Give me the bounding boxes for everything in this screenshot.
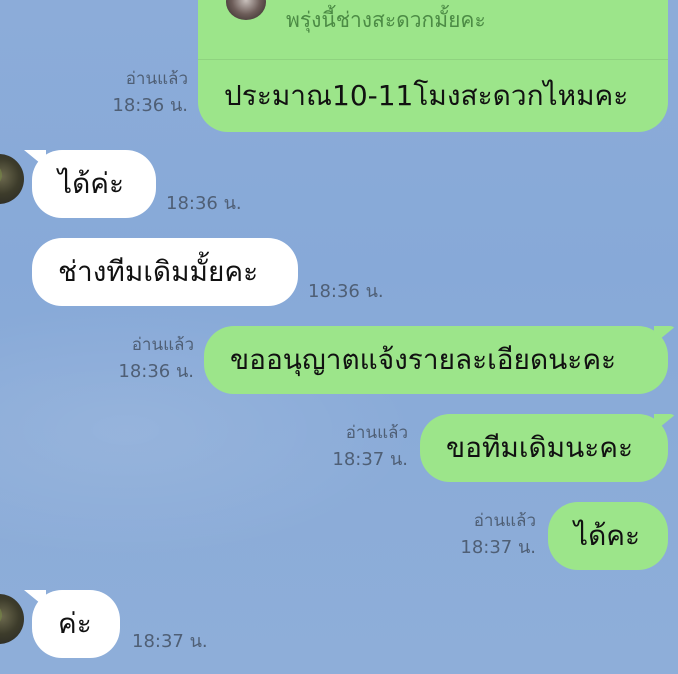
message-text: ขอทีมเดิมนะคะ bbox=[446, 431, 634, 464]
reply-preview[interactable]: พรุ่งนี้ช่างสะดวกมั้ยคะ bbox=[198, 0, 668, 60]
message-bubble-incoming[interactable]: ช่างทีมเดิมมั้ยคะ bbox=[32, 238, 298, 306]
message-meta: อ่านแล้ว 18:36 น. bbox=[112, 66, 188, 120]
message-bubble-incoming[interactable]: ได้ค่ะ bbox=[24, 150, 156, 218]
message-bubble-outgoing[interactable]: ขอทีมเดิมนะคะ bbox=[420, 414, 676, 482]
message-time: 18:37 น. bbox=[332, 449, 408, 470]
read-status: อ่านแล้ว bbox=[131, 335, 194, 355]
message-bubble-outgoing[interactable]: ได้คะ bbox=[548, 502, 668, 570]
message-text: ได้คะ bbox=[574, 519, 641, 552]
message-time: 18:37 น. bbox=[132, 631, 208, 652]
message-text: ประมาณ10-11โมงสะดวกไหมคะ bbox=[224, 79, 629, 112]
bubble-tail bbox=[24, 150, 46, 168]
message-meta: อ่านแล้ว 18:36 น. bbox=[118, 332, 194, 386]
message-bubble-outgoing[interactable]: ขออนุญาตแจ้งรายละเอียดนะคะ bbox=[204, 326, 676, 394]
reply-preview-text: พรุ่งนี้ช่างสะดวกมั้ยคะ bbox=[286, 8, 486, 32]
message-text: ได้ค่ะ bbox=[58, 167, 125, 200]
message-meta: อ่านแล้ว 18:37 น. bbox=[460, 508, 536, 562]
bubble-tail bbox=[654, 326, 676, 344]
reply-avatar bbox=[226, 0, 266, 20]
message-text: ค่ะ bbox=[58, 607, 92, 640]
message-time: 18:36 น. bbox=[166, 193, 242, 214]
message-time: 18:36 น. bbox=[118, 361, 194, 382]
contact-avatar[interactable] bbox=[0, 154, 24, 204]
message-text: ขออนุญาตแจ้งรายละเอียดนะคะ bbox=[230, 343, 617, 376]
message-text: ช่างทีมเดิมมั้ยคะ bbox=[58, 255, 259, 288]
message-bubble-incoming[interactable]: ค่ะ bbox=[24, 590, 120, 658]
bubble-tail bbox=[654, 414, 676, 432]
read-status: อ่านแล้ว bbox=[473, 511, 536, 531]
message-time: 18:37 น. bbox=[460, 537, 536, 558]
message-time: 18:36 น. bbox=[308, 281, 384, 302]
read-status: อ่านแล้ว bbox=[345, 423, 408, 443]
read-status: อ่านแล้ว bbox=[125, 69, 188, 89]
bubble-tail bbox=[24, 590, 46, 608]
contact-avatar[interactable] bbox=[0, 594, 24, 644]
message-time: 18:36 น. bbox=[112, 95, 188, 116]
message-bubble-outgoing[interactable]: ประมาณ10-11โมงสะดวกไหมคะ bbox=[198, 60, 668, 132]
message-meta: อ่านแล้ว 18:37 น. bbox=[332, 420, 408, 474]
chat-view: พรุ่งนี้ช่างสะดวกมั้ยคะ อ่านแล้ว 18:36 น… bbox=[0, 0, 678, 674]
